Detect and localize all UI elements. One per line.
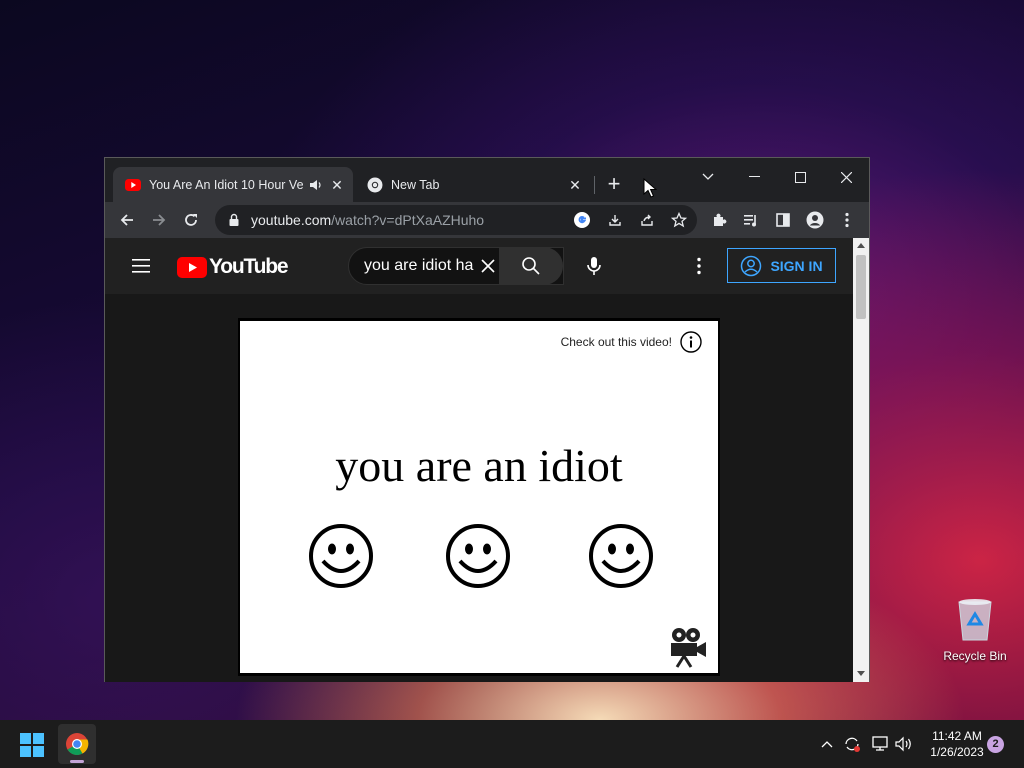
tab-close-icon[interactable]: ✕ [567,177,583,193]
clock[interactable]: 11:42 AM 1/26/2023 [922,728,992,760]
info-icon[interactable] [680,331,702,353]
check-out-label: Check out this video! [560,335,672,349]
taskbar-chrome-button[interactable] [58,724,96,764]
network-button[interactable] [870,734,890,754]
tab-search-button[interactable] [685,162,731,192]
profile-button[interactable] [803,208,827,232]
google-lens-icon[interactable] [573,211,591,229]
sign-in-label: SIGN IN [770,257,823,274]
side-panel-button[interactable] [771,208,795,232]
account-circle-icon [741,255,762,276]
media-controls-button[interactable] [739,208,763,232]
back-button[interactable] [115,208,139,232]
tab-title: New Tab [391,177,440,192]
volume-button[interactable] [894,734,914,754]
maximize-button[interactable] [777,162,823,192]
playlist-icon [744,215,756,227]
video-camera-icon [671,628,706,668]
video-player[interactable]: Check out this video! you are an idiot [238,318,720,676]
forward-button[interactable] [147,208,171,232]
maximize-icon [794,171,806,183]
minimize-button[interactable] [731,162,777,192]
recycle-bin[interactable]: Recycle Bin [940,596,1010,663]
minimize-icon [748,176,760,177]
url-path: /watch?v=dPtXaAZHuho [331,212,485,228]
side-panel-icon [776,213,790,227]
url-text: youtube.com/watch?v=dPtXaAZHuho [251,212,484,228]
reload-button[interactable] [179,208,203,232]
sign-in-button[interactable]: SIGN IN [727,248,836,283]
chrome-icon [66,733,89,755]
voice-search-button[interactable] [575,247,613,285]
speaker-icon[interactable] [309,178,323,192]
reload-icon [185,214,197,226]
clear-search-icon[interactable] [478,256,498,276]
close-button[interactable] [823,162,869,192]
notification-badge[interactable]: 2 [987,736,1004,753]
youtube-play-icon [177,256,207,278]
smiley-face-icon [309,524,373,588]
extensions-button[interactable] [707,208,731,232]
kebab-icon [845,212,849,228]
youtube-header: YouTube you are idiot ha SIGN IN [105,238,853,294]
chevron-up-icon [821,741,833,748]
search-icon [522,257,540,275]
puzzle-icon [714,213,727,226]
windows-start-icon[interactable] [20,733,44,757]
arrow-left-icon [120,214,133,226]
network-icon [872,736,888,751]
arrow-right-icon [153,214,166,226]
youtube-logo[interactable]: YouTube [177,255,289,279]
microphone-icon [587,257,601,275]
chrome-icon [367,177,383,192]
search-query: you are idiot ha [364,257,474,274]
browser-window: You Are An Idiot 10 Hour Version ✕ New T… [104,157,870,682]
lock-icon[interactable] [227,213,241,227]
youtube-logo-text: YouTube [209,255,289,278]
smiley-face-icon [589,524,653,588]
install-icon[interactable] [607,212,623,228]
clock-date: 1/26/2023 [930,745,984,759]
web-page: YouTube you are idiot ha SIGN IN Check o… [105,238,853,682]
active-app-indicator [70,760,84,763]
recycle-bin-label: Recycle Bin [943,649,1007,663]
close-icon [840,171,852,183]
address-bar[interactable]: youtube.com/watch?v=dPtXaAZHuho [215,205,697,235]
speaker-icon [895,736,911,752]
scroll-up-arrow[interactable] [857,243,865,248]
settings-kebab-icon[interactable] [689,256,709,276]
scroll-down-arrow[interactable] [857,671,865,676]
taskbar: 11:42 AM 1/26/2023 2 [0,720,1024,768]
sync-icon [845,737,860,752]
hamburger-menu-icon[interactable] [131,256,151,276]
url-host: youtube.com [251,212,332,228]
tab-new-tab[interactable]: New Tab ✕ [355,167,591,202]
tab-close-icon[interactable]: ✕ [329,177,345,193]
video-frame[interactable]: Check out this video! you are an idiot [240,321,718,673]
star-icon[interactable] [671,212,687,228]
search-button[interactable] [499,247,563,285]
share-icon[interactable] [639,212,655,228]
profile-icon [806,211,824,229]
recycle-bin-icon [958,599,992,641]
check-out-card[interactable]: Check out this video! [552,329,702,355]
tab-youtube[interactable]: You Are An Idiot 10 Hour Version ✕ [113,167,353,202]
new-tab-button[interactable]: + [603,173,625,196]
browser-toolbar: youtube.com/watch?v=dPtXaAZHuho [105,202,869,238]
smiley-face-icon [446,524,510,588]
sync-status-button[interactable] [842,734,862,754]
video-caption-text: you are an idiot [335,440,623,491]
chevron-down-icon [702,173,714,180]
tab-separator [594,176,595,194]
page-scrollbar[interactable] [853,238,869,682]
tab-title: You Are An Idiot 10 Hour Version [149,177,303,192]
mouse-cursor-icon [643,178,657,198]
tab-strip: You Are An Idiot 10 Hour Version ✕ New T… [105,158,869,202]
clock-time: 11:42 AM [932,729,982,743]
youtube-icon [125,178,141,191]
scrollbar-thumb[interactable] [856,255,866,319]
chrome-menu-button[interactable] [835,208,859,232]
show-hidden-icons-button[interactable] [817,734,837,754]
